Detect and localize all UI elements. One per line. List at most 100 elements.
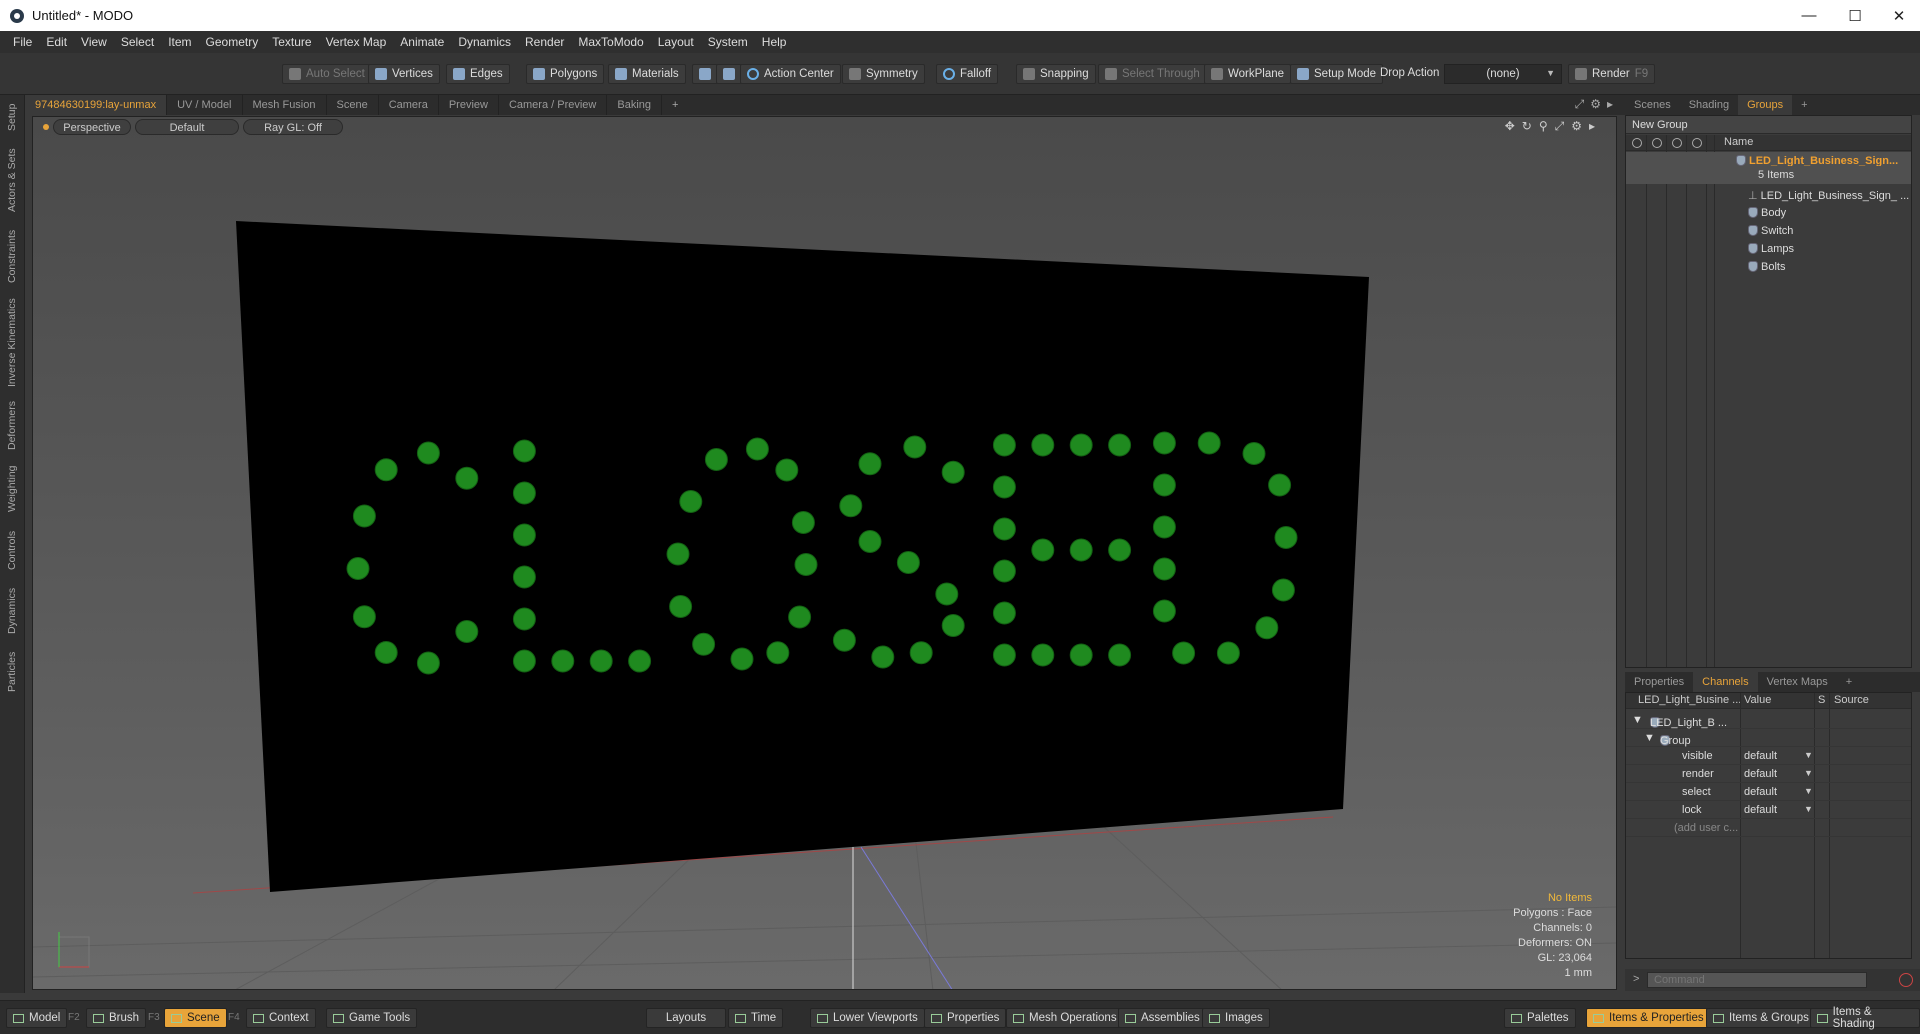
menu-item[interactable]: Item [161,31,198,53]
render-button[interactable]: Render F9 [1568,64,1656,84]
tab-dynamics[interactable]: Dynamics [3,583,21,639]
tab-shading[interactable]: Shading [1680,95,1738,115]
channel-row-visible[interactable]: visible default ▼ [1626,747,1911,765]
record-icon[interactable] [1899,973,1913,987]
viewport-nav-icons[interactable]: ✥↻⚲⤢⚙▸ [1505,119,1602,134]
items-groups-button[interactable]: Items & Groups [1706,1008,1816,1028]
menu-animate[interactable]: Animate [393,31,451,53]
menu-help[interactable]: Help [755,31,794,53]
menu-edit[interactable]: Edit [39,31,74,53]
drop-action-select[interactable]: (none) ▼ [1444,64,1562,84]
menu-select[interactable]: Select [114,31,161,53]
channel-item-row[interactable]: ▼ LED_Light_B ... [1626,711,1911,729]
add-tab-button[interactable]: + [1837,672,1861,692]
auto-select-button[interactable]: Auto Select [282,64,372,84]
scene-layout-button[interactable]: Scene [164,1008,227,1028]
palettes-button[interactable]: Palettes [1504,1008,1576,1028]
tab-camera-preview[interactable]: Camera / Preview [499,95,608,115]
tab-mesh-fusion[interactable]: Mesh Fusion [243,95,327,115]
new-group-button[interactable]: New Group [1626,116,1911,134]
time-button[interactable]: Time [728,1008,784,1028]
tab-preview[interactable]: Preview [439,95,499,115]
images-button[interactable]: Images [1202,1008,1270,1028]
tab-camera[interactable]: Camera [379,95,439,115]
tab-deformers[interactable]: Deformers [3,397,21,453]
tab-uv-model[interactable]: UV / Model [167,95,243,115]
tab-controls[interactable]: Controls [3,525,21,575]
minimize-button[interactable]: — [1786,0,1832,31]
action-center-button[interactable]: Action Center [740,64,841,84]
edges-button[interactable]: Edges [446,64,510,84]
select-tool-2-button[interactable] [716,64,742,84]
add-tab-button[interactable]: + [662,95,688,115]
channel-row-select[interactable]: select default ▼ [1626,783,1911,801]
channel-group-row[interactable]: ▼ Group [1626,729,1911,747]
context-layout-button[interactable]: Context [246,1008,316,1028]
menu-system[interactable]: System [701,31,755,53]
tab-channels[interactable]: Channels [1693,672,1758,692]
group-child-row[interactable]: ⊥ LED_Light_Business_Sign_ ... [1626,186,1911,204]
materials-button[interactable]: Materials [608,64,686,84]
chevron-down-icon[interactable]: ▼ [1804,750,1813,760]
tab-constraints[interactable]: Constraints [3,225,21,287]
select-tool-button[interactable] [692,64,718,84]
menu-render[interactable]: Render [518,31,571,53]
expand-icon[interactable]: ▼ [1644,732,1655,744]
setup-mode-button[interactable]: Setup Mode [1290,64,1384,84]
tab-setup[interactable]: Setup [3,97,21,137]
chevron-down-icon[interactable]: ▼ [1804,804,1813,814]
menu-layout[interactable]: Layout [651,31,701,53]
vertices-button[interactable]: Vertices [368,64,440,84]
symmetry-button[interactable]: Symmetry [842,64,925,84]
menu-vertex-map[interactable]: Vertex Map [319,31,394,53]
maximize-button[interactable]: ☐ [1832,0,1878,31]
brush-layout-button[interactable]: Brush [86,1008,147,1028]
tab-scenes[interactable]: Scenes [1625,95,1680,115]
group-child-row[interactable]: Bolts [1626,258,1911,276]
tab-baking[interactable]: Baking [607,95,663,115]
channel-row-render[interactable]: render default ▼ [1626,765,1911,783]
tab-lay-unmax[interactable]: 97484630199:lay-unmax [25,95,168,115]
menu-file[interactable]: File [6,31,39,53]
shading-mode-button[interactable]: Default [135,119,239,135]
mesh-operations-button[interactable]: Mesh Operations [1006,1008,1124,1028]
3d-viewport[interactable]: Perspective Default Ray GL: Off ✥↻⚲⤢⚙▸ N… [32,116,1617,990]
expand-icon[interactable]: ▼ [1632,714,1643,726]
workplane-button[interactable]: WorkPlane [1204,64,1292,84]
items-shading-button[interactable]: Items & Shading [1810,1006,1920,1030]
menu-texture[interactable]: Texture [265,31,318,53]
expand-gear-icon[interactable]: ⤢⚙▸ [1575,97,1619,112]
tab-vertex-maps[interactable]: Vertex Maps [1758,672,1837,692]
tab-particles[interactable]: Particles [3,647,21,697]
snapping-button[interactable]: Snapping [1016,64,1096,84]
assemblies-button[interactable]: Assemblies [1118,1008,1207,1028]
properties-panel-button[interactable]: Properties [924,1008,1007,1028]
game-tools-layout-button[interactable]: Game Tools [326,1008,418,1028]
view-type-button[interactable]: Perspective [53,119,131,135]
select-through-button[interactable]: Select Through [1098,64,1207,84]
menu-view[interactable]: View [74,31,114,53]
channel-row-lock[interactable]: lock default ▼ [1626,801,1911,819]
close-button[interactable]: ✕ [1876,0,1920,31]
menu-geometry[interactable]: Geometry [199,31,266,53]
menu-dynamics[interactable]: Dynamics [451,31,518,53]
model-layout-button[interactable]: Model [6,1008,68,1028]
chevron-down-icon[interactable]: ▼ [1804,768,1813,778]
group-child-row[interactable]: Lamps [1626,240,1911,258]
items-properties-button[interactable]: Items & Properties [1586,1008,1711,1028]
falloff-button[interactable]: Falloff [936,64,999,84]
layouts-button[interactable]: Layouts [646,1008,726,1028]
chevron-down-icon[interactable]: ▼ [1804,786,1813,796]
tab-actors-sets[interactable]: Actors & Sets [3,143,21,217]
raygl-button[interactable]: Ray GL: Off [243,119,343,135]
tab-scene[interactable]: Scene [327,95,379,115]
group-child-row[interactable]: Switch [1626,222,1911,240]
command-input[interactable] [1647,972,1867,988]
tab-groups[interactable]: Groups [1738,95,1793,115]
add-tab-button[interactable]: + [1792,95,1816,115]
menu-maxtomodo[interactable]: MaxToModo [571,31,650,53]
add-user-channel-row[interactable]: (add user c... [1626,819,1911,837]
lower-viewports-button[interactable]: Lower Viewports [810,1008,925,1028]
tab-weighting[interactable]: Weighting [3,461,21,517]
tab-properties[interactable]: Properties [1625,672,1693,692]
